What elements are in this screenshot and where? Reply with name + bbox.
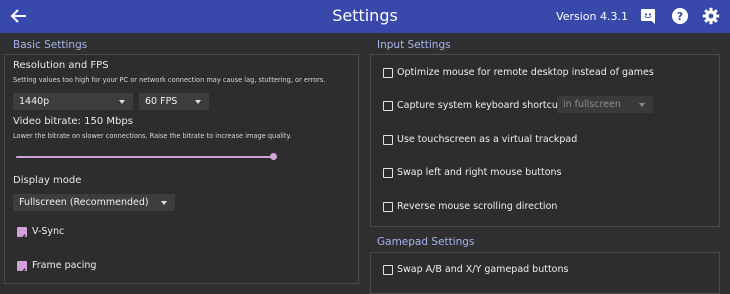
reverse-scrolling-checkbox[interactable] <box>383 202 393 212</box>
reverse-scrolling-row[interactable]: Reverse mouse scrolling direction <box>383 201 633 215</box>
swap-gamepad-buttons-checkbox[interactable] <box>383 265 393 275</box>
frame-pacing-label: Frame pacing <box>32 260 97 271</box>
display-mode-heading: Display mode <box>13 175 82 186</box>
capture-shortcuts-label: Capture system keyboard shortcuts <box>397 100 567 111</box>
swap-mouse-buttons-row[interactable]: Swap left and right mouse buttons <box>383 167 633 181</box>
touchscreen-trackpad-row[interactable]: Use touchscreen as a virtual trackpad <box>383 134 633 148</box>
resolution-value: 1440p <box>19 96 50 107</box>
version-label: Version 4.3.1 <box>556 10 628 23</box>
bitrate-note: Lower the bitrate on slower connections.… <box>13 132 292 140</box>
optimize-mouse-row[interactable]: Optimize mouse for remote desktop instea… <box>383 67 703 81</box>
resolution-dropdown[interactable]: 1440p <box>13 93 133 110</box>
resolution-note: Setting values too high for your PC or n… <box>13 76 326 84</box>
swap-gamepad-buttons-label: Swap A/B and X/Y gamepad buttons <box>397 264 569 275</box>
bitrate-slider-track <box>16 156 274 158</box>
basic-settings-panel <box>4 54 359 284</box>
touchscreen-trackpad-checkbox[interactable] <box>383 135 393 145</box>
frame-pacing-checkbox-row[interactable]: Frame pacing <box>17 260 157 275</box>
fps-dropdown[interactable]: 60 FPS <box>139 93 209 110</box>
chevron-down-icon <box>639 103 645 107</box>
help-icon[interactable]: ? <box>671 7 689 25</box>
check-icon <box>18 234 26 241</box>
svg-text:?: ? <box>677 10 683 23</box>
fps-value: 60 FPS <box>145 96 178 107</box>
swap-mouse-buttons-label: Swap left and right mouse buttons <box>397 167 562 178</box>
swap-mouse-buttons-checkbox[interactable] <box>383 168 393 178</box>
basic-settings-title: Basic Settings <box>13 39 88 51</box>
capture-shortcuts-checkbox[interactable] <box>383 101 393 111</box>
reverse-scrolling-label: Reverse mouse scrolling direction <box>397 201 558 212</box>
discord-icon[interactable] <box>639 7 657 25</box>
check-icon <box>18 268 26 275</box>
vsync-checkbox-row[interactable]: V-Sync <box>17 226 137 241</box>
swap-gamepad-buttons-row[interactable]: Swap A/B and X/Y gamepad buttons <box>383 264 633 278</box>
capture-shortcuts-row[interactable]: Capture system keyboard shortcuts <box>383 100 567 114</box>
capture-shortcuts-value: in fullscreen <box>563 99 621 110</box>
vsync-label: V-Sync <box>32 226 65 237</box>
display-mode-value: Fullscreen (Recommended) <box>19 197 149 208</box>
chevron-down-icon <box>195 100 201 104</box>
vsync-checkbox[interactable] <box>17 227 27 241</box>
bitrate-slider-thumb[interactable] <box>270 153 277 160</box>
chevron-down-icon <box>161 201 167 205</box>
chevron-down-icon <box>119 100 125 104</box>
optimize-mouse-checkbox[interactable] <box>383 68 393 78</box>
optimize-mouse-label: Optimize mouse for remote desktop instea… <box>397 67 654 78</box>
input-settings-title: Input Settings <box>377 39 451 51</box>
top-bar: Settings Version 4.3.1 ? <box>0 0 730 33</box>
gamepad-settings-title: Gamepad Settings <box>377 236 475 248</box>
touchscreen-trackpad-label: Use touchscreen as a virtual trackpad <box>397 134 578 145</box>
frame-pacing-checkbox[interactable] <box>17 261 27 275</box>
display-mode-dropdown[interactable]: Fullscreen (Recommended) <box>13 194 175 211</box>
capture-shortcuts-dropdown[interactable]: in fullscreen <box>557 96 653 113</box>
bitrate-heading: Video bitrate: 150 Mbps <box>13 116 133 127</box>
resolution-heading: Resolution and FPS <box>13 60 109 71</box>
gear-icon[interactable] <box>702 7 720 25</box>
